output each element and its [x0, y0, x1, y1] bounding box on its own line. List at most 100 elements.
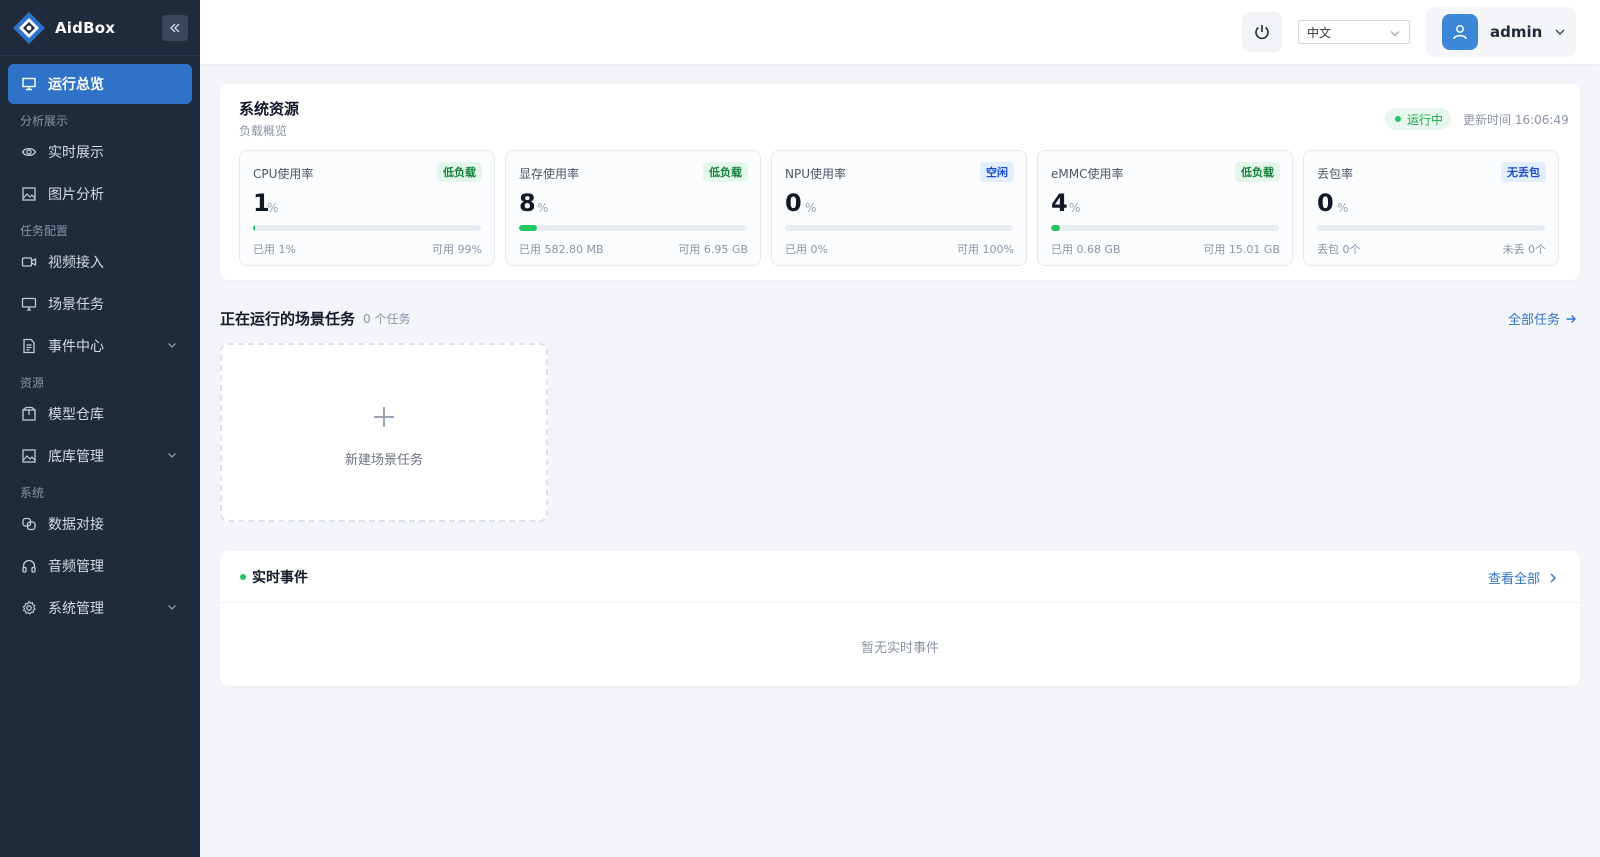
nav-group-task-config: 任务配置 [20, 224, 69, 238]
metric-badge: 低负载 [437, 162, 482, 182]
all-tasks-link[interactable]: 全部任务 [1508, 309, 1577, 328]
view-all-link[interactable]: 查看全部 [1488, 568, 1558, 587]
metric-free: 可用 6.95 GB [678, 243, 748, 256]
all-tasks-label: 全部任务 [1508, 313, 1561, 328]
monitor-icon [20, 295, 38, 313]
sidebar-item-model-repo[interactable]: 模型仓库 [8, 394, 192, 434]
sidebar-item-realtime[interactable]: 实时展示 [8, 132, 192, 172]
sidebar-collapse-button[interactable] [162, 15, 188, 41]
metric-value: 0 [1317, 189, 1334, 217]
sidebar-item-label: 图片分析 [48, 187, 104, 203]
video-camera-icon [20, 253, 38, 271]
metric-card-packet-loss: 丢包率 无丢包 0 % 丢包 0个 未丢 0个 [1303, 150, 1559, 266]
link-icon [20, 515, 38, 533]
running-tasks-count: 0 个任务 [363, 312, 411, 326]
arrow-right-icon [1566, 314, 1577, 323]
metric-progress-fill [253, 225, 256, 231]
new-scene-task-card[interactable]: 新建场景任务 [220, 343, 548, 522]
metric-label: CPU使用率 [253, 167, 314, 181]
sidebar-item-overview[interactable]: 运行总览 [8, 64, 192, 104]
metric-free: 未丢 0个 [1502, 243, 1547, 256]
nav-group-system: 系统 [20, 486, 45, 500]
metric-used: 已用 582.80 MB [519, 243, 604, 256]
new-scene-task-label: 新建场景任务 [344, 453, 423, 468]
sidebar-item-image-analysis[interactable]: 图片分析 [8, 174, 192, 214]
headphones-icon [20, 557, 38, 575]
sidebar-item-system-settings[interactable]: 系统管理 [8, 588, 192, 628]
metric-badge: 无丢包 [1501, 162, 1546, 182]
sidebar-item-label: 系统管理 [48, 601, 104, 617]
avatar [1442, 14, 1478, 50]
metric-progress-track [785, 225, 1013, 231]
events-header: 实时事件 查看全部 [220, 551, 1580, 603]
eye-icon [20, 143, 38, 161]
power-icon [1255, 25, 1269, 40]
chevron-down-icon [1555, 29, 1565, 35]
gallery-icon [20, 447, 38, 465]
metric-unit: % [267, 201, 279, 215]
username: admin [1490, 23, 1543, 41]
sidebar-item-label: 音频管理 [48, 559, 104, 575]
metric-card-gpu-memory: 显存使用率 低负载 8 % 已用 582.80 MB 可用 6.95 GB [505, 150, 761, 266]
metric-progress-track [519, 225, 747, 231]
metric-progress-track [1317, 225, 1545, 231]
sidebar-item-event-center[interactable]: 事件中心 [8, 326, 192, 366]
sidebar-item-scene-tasks[interactable]: 场景任务 [8, 284, 192, 324]
system-resources-card: 系统资源 负载概览 运行中 更新时间 16:06:49 CPU使用率 低负载 1… [220, 84, 1580, 280]
metric-unit: % [1069, 201, 1081, 215]
chevron-down-icon [168, 343, 176, 348]
resources-title: 系统资源 [239, 100, 300, 118]
resources-subtitle: 负载概览 [239, 124, 288, 138]
sidebar-item-video-input[interactable]: 视频接入 [8, 242, 192, 282]
sidebar-item-library[interactable]: 底库管理 [8, 436, 192, 476]
metric-free: 可用 100% [957, 243, 1014, 256]
document-icon [20, 337, 38, 355]
chevron-down-icon [168, 605, 176, 610]
view-all-label: 查看全部 [1488, 572, 1541, 587]
metric-progress-track [253, 225, 481, 231]
package-icon [20, 405, 38, 423]
metric-label: 丢包率 [1317, 167, 1354, 181]
metric-free: 可用 99% [432, 243, 482, 256]
metric-value: 4 [1051, 189, 1068, 217]
running-tasks-title: 正在运行的场景任务 [220, 310, 356, 328]
sidebar-item-label: 视频接入 [48, 255, 104, 271]
metric-card-emmc: eMMC使用率 低负载 4 % 已用 0.68 GB 可用 15.01 GB [1037, 150, 1293, 266]
metric-badge: 空闲 [980, 162, 1014, 182]
metric-label: NPU使用率 [785, 167, 846, 181]
sidebar-item-label: 运行总览 [48, 77, 104, 93]
events-empty-state: 暂无实时事件 [860, 641, 939, 656]
sidebar-item-label: 场景任务 [48, 297, 104, 313]
chevron-right-icon [1550, 573, 1557, 582]
metric-progress-fill [1051, 225, 1061, 231]
sidebar-item-label: 模型仓库 [48, 407, 104, 423]
language-select[interactable]: 中文 [1298, 20, 1410, 44]
sidebar-item-label: 实时展示 [48, 145, 104, 161]
live-dot [240, 574, 246, 580]
chevron-down-icon [1390, 31, 1400, 37]
metric-card-npu: NPU使用率 空闲 0 % 已用 0% 可用 100% [771, 150, 1027, 266]
sidebar-item-label: 数据对接 [48, 517, 104, 533]
sidebar-item-label: 底库管理 [48, 449, 104, 465]
double-chevron-left-icon [170, 23, 180, 33]
metric-used: 丢包 0个 [1317, 243, 1361, 256]
gear-icon [20, 599, 38, 617]
plus-icon [374, 407, 394, 427]
sidebar-item-data-integration[interactable]: 数据对接 [8, 504, 192, 544]
sidebar-item-audio[interactable]: 音频管理 [8, 546, 192, 586]
power-button[interactable] [1242, 12, 1282, 52]
update-time: 更新时间 16:06:49 [1463, 113, 1569, 127]
user-icon [1453, 25, 1467, 40]
user-menu[interactable]: admin [1426, 7, 1576, 57]
metric-used: 已用 0% [785, 243, 828, 256]
metric-free: 可用 15.01 GB [1203, 243, 1280, 256]
image-icon [20, 185, 38, 203]
status-dot [1395, 116, 1401, 122]
metric-used: 已用 0.68 GB [1051, 243, 1121, 256]
metric-used: 已用 1% [253, 243, 296, 256]
top-bar: 中文 admin [200, 0, 1600, 64]
aidbox-logo-icon [13, 11, 45, 44]
metric-label: eMMC使用率 [1051, 167, 1124, 181]
sidebar-nav: 运行总览 分析展示 实时展示 图片分析 任务配置 视频接入 场景任务 事件中心 … [0, 56, 200, 628]
status-text: 运行中 [1407, 112, 1444, 127]
